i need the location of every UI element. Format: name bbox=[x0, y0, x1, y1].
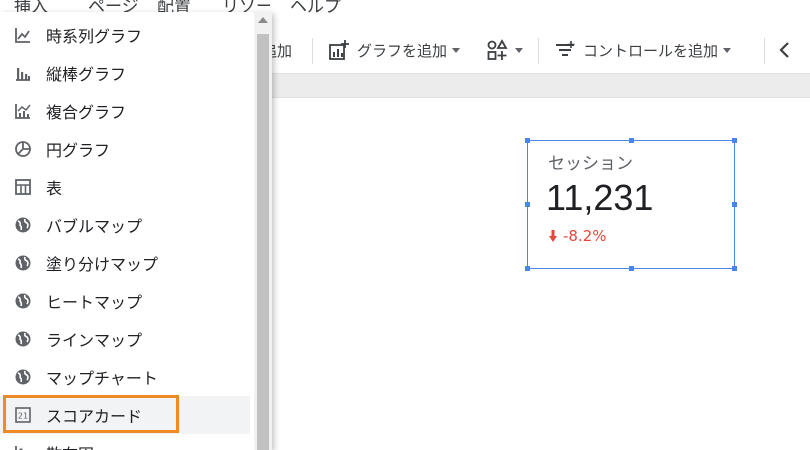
chevron-down-icon bbox=[723, 47, 732, 53]
chevron-down-icon bbox=[515, 47, 523, 53]
menu-item-label: バブルマップ bbox=[46, 217, 143, 236]
toolbar-divider bbox=[538, 38, 539, 64]
resize-handle[interactable] bbox=[629, 138, 634, 143]
components-icon bbox=[486, 39, 510, 61]
resize-handle[interactable] bbox=[525, 138, 530, 143]
filter-control-icon bbox=[554, 39, 576, 61]
scrollbar-thumb[interactable] bbox=[257, 34, 269, 450]
add-component-button[interactable] bbox=[486, 26, 523, 74]
globe-icon bbox=[12, 214, 34, 236]
menu-item-label: 散布図 bbox=[46, 441, 94, 450]
scroll-up-icon[interactable] bbox=[258, 17, 268, 23]
menu-item-label: ヒートマップ bbox=[46, 293, 143, 312]
menu-item-label: マップチャート bbox=[46, 369, 158, 388]
table-icon bbox=[12, 176, 34, 198]
menu-item-label: ラインマップ bbox=[46, 331, 143, 350]
scorecard-value: 11,231 bbox=[546, 177, 654, 218]
menu-item-choropleth-map[interactable]: 塗り分けマップ bbox=[0, 244, 250, 282]
globe-icon bbox=[12, 328, 34, 350]
add-chart-button[interactable]: グラフを追加 bbox=[328, 26, 461, 74]
globe-icon bbox=[12, 366, 34, 388]
menu-item-bubble-map[interactable]: バブルマップ bbox=[0, 206, 250, 244]
menu-help[interactable]: ヘルプ bbox=[290, 0, 341, 17]
menu-scrollbar[interactable] bbox=[254, 12, 272, 450]
resize-handle[interactable] bbox=[732, 202, 737, 207]
add-control-button[interactable]: コントロールを追加 bbox=[554, 26, 732, 74]
add-chart-label: グラフを追加 bbox=[357, 41, 448, 60]
add-control-label: コントロールを追加 bbox=[583, 41, 719, 60]
menu-item-scatter-chart[interactable]: 散布図 bbox=[0, 434, 250, 450]
bar-chart-icon bbox=[12, 62, 34, 84]
scorecard-metric-label: セッション bbox=[548, 154, 633, 174]
menu-item-label: 円グラフ bbox=[46, 141, 111, 160]
menu-item-label: 塗り分けマップ bbox=[46, 255, 159, 274]
menu-item-combo-chart[interactable]: 複合グラフ bbox=[0, 92, 250, 130]
combo-chart-icon bbox=[12, 100, 34, 122]
menu-item-label: 縦棒グラフ bbox=[46, 65, 127, 84]
toolbar-divider bbox=[312, 38, 313, 64]
scatter-icon bbox=[12, 442, 34, 450]
menu-item-time-series[interactable]: 時系列グラフ bbox=[0, 16, 250, 54]
chevron-down-icon bbox=[452, 47, 461, 53]
pie-chart-icon bbox=[12, 138, 34, 160]
menu-item-table[interactable]: 表 bbox=[0, 168, 250, 206]
menu-item-label: 表 bbox=[46, 179, 63, 198]
menu-item-heatmap[interactable]: ヒートマップ bbox=[0, 282, 250, 320]
resize-handle[interactable] bbox=[525, 266, 530, 271]
menu-item-line-map[interactable]: ラインマップ bbox=[0, 320, 250, 358]
resize-handle[interactable] bbox=[732, 138, 737, 143]
menu-item-pie-chart[interactable]: 円グラフ bbox=[0, 130, 250, 168]
chevron-left-icon[interactable] bbox=[778, 26, 792, 74]
resize-handle[interactable] bbox=[525, 202, 530, 207]
menu-item-map-chart[interactable]: マップチャート bbox=[0, 358, 250, 396]
scorecard-delta-value: -8.2% bbox=[563, 227, 607, 245]
add-chart-icon bbox=[328, 39, 350, 61]
menu-item-label: 複合グラフ bbox=[46, 103, 127, 122]
scorecard-highlight-box bbox=[3, 395, 179, 433]
line-chart-icon bbox=[12, 24, 34, 46]
menu-item-label: 時系列グラフ bbox=[46, 27, 143, 46]
menu-item-bar-chart[interactable]: 縦棒グラフ bbox=[0, 54, 250, 92]
globe-icon bbox=[12, 252, 34, 274]
scorecard-widget[interactable]: セッション 11,231 -8.2% bbox=[525, 138, 737, 271]
globe-icon bbox=[12, 290, 34, 312]
insert-dropdown-menu: 時系列グラフ 縦棒グラフ 複合グラフ 円グラフ 表 バブルマップ 塗り分けマップ… bbox=[0, 12, 272, 450]
toolbar-divider bbox=[764, 38, 765, 64]
scorecard-delta: -8.2% bbox=[548, 227, 607, 245]
arrow-down-icon bbox=[548, 229, 558, 243]
resize-handle[interactable] bbox=[629, 266, 634, 271]
resize-handle[interactable] bbox=[732, 266, 737, 271]
